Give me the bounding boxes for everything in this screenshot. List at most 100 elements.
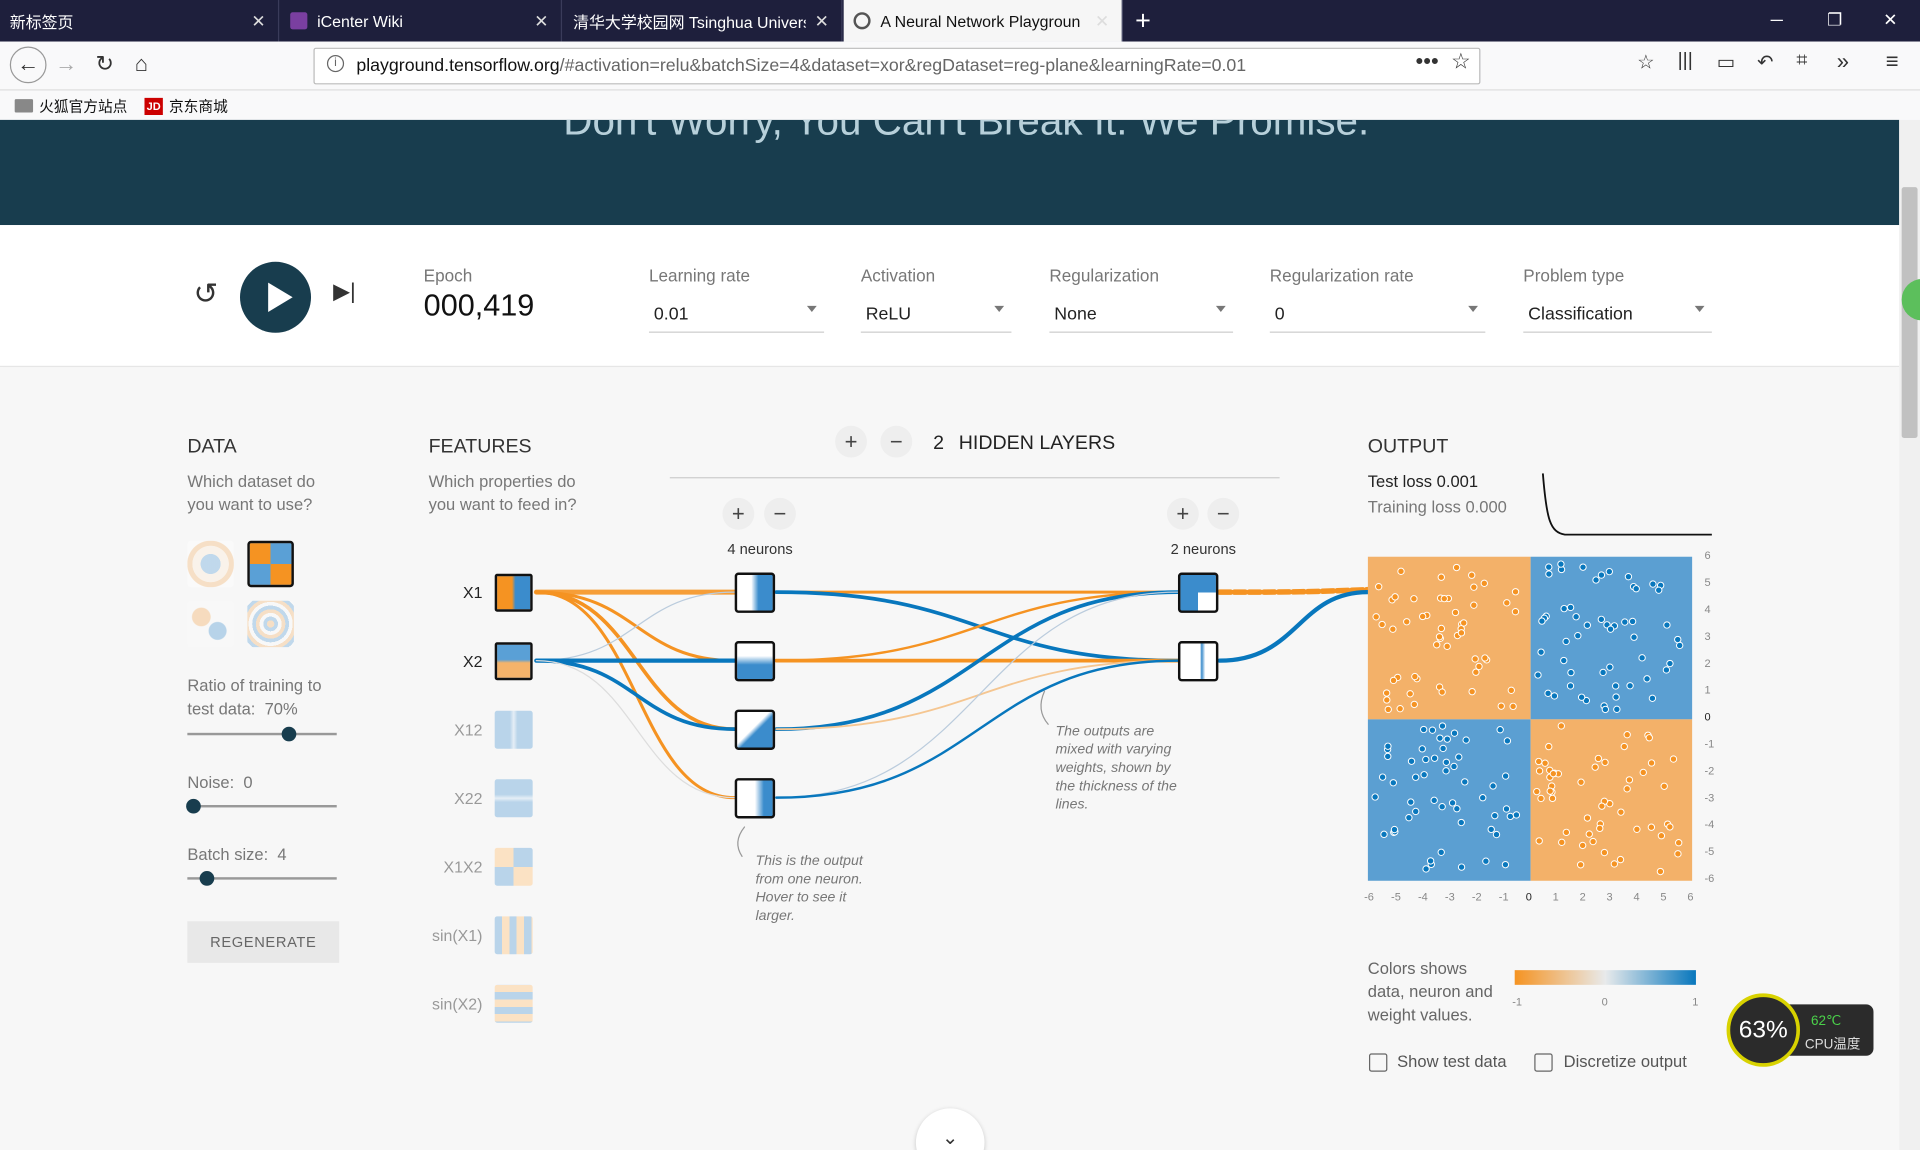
data-point [1606,663,1614,671]
data-point [1410,700,1418,709]
data-point [1544,689,1552,698]
y-tick: 3 [1704,630,1711,643]
data-point [1674,635,1682,644]
data-point [1375,582,1383,591]
weights-note: The outputs are mixed with varying weigh… [1055,724,1177,813]
data-point [1443,735,1451,743]
data-point [1418,745,1426,753]
data-point [1471,655,1479,663]
data-point [1438,803,1446,811]
data-point [1502,805,1511,813]
legend-tick: -1 [1512,995,1523,1009]
data-point [1472,668,1480,676]
data-point [1437,624,1446,633]
data-point [1648,694,1657,702]
x-tick: 6 [1687,890,1694,903]
data-point [1437,573,1445,581]
data-point [1407,757,1416,765]
data-point [1422,755,1430,764]
data-point [1457,818,1465,827]
data-point [1480,579,1488,588]
discretize-label: Discretize output [1563,1052,1687,1071]
data-point [1545,742,1553,751]
neuron-1-2[interactable] [734,641,776,682]
data-point [1430,754,1439,762]
x-tick: -2 [1471,890,1482,903]
data-point [1579,563,1587,571]
output-heatmap [1367,556,1693,881]
data-point [1599,668,1607,677]
show-test-checkbox[interactable] [1368,1053,1388,1072]
neuron-1-4[interactable] [734,778,776,819]
page-scrollbar[interactable] [1899,119,1920,1150]
data-point [1625,776,1634,784]
data-point [1638,654,1646,662]
data-point [1535,837,1543,845]
data-point [1549,769,1557,778]
data-point [1639,768,1647,777]
data-point [1601,758,1609,767]
data-point [1397,567,1405,576]
data-point [1601,705,1610,714]
data-point [1592,576,1600,584]
data-point [1482,857,1490,865]
data-point [1389,625,1397,633]
data-point [1382,689,1391,697]
data-point [1577,778,1585,786]
data-point [1562,828,1571,837]
neuron-2-1[interactable] [1177,572,1219,613]
data-point [1450,729,1459,737]
data-point [1621,618,1629,626]
neuron-2-2[interactable] [1177,641,1219,682]
data-point [1617,808,1625,816]
data-point [1645,734,1653,742]
data-point [1448,799,1457,807]
data-point [1537,794,1545,803]
data-point [1630,633,1638,641]
y-tick: 6 [1704,549,1711,562]
data-point [1378,620,1386,629]
color-legend [1514,970,1696,985]
data-point [1389,779,1397,787]
data-point [1600,848,1609,857]
data-point [1626,682,1634,690]
data-point [1591,763,1599,771]
x-tick: 5 [1660,890,1667,903]
y-tick: -4 [1704,818,1715,831]
data-point [1623,731,1631,739]
data-point [1410,595,1418,603]
data-point [1550,692,1559,700]
data-point [1406,690,1414,698]
x-tick: -4 [1417,890,1428,903]
data-point [1403,618,1411,626]
neuron-1-3[interactable] [734,709,776,750]
neuron-1-1[interactable] [734,572,776,613]
cpu-temp: 62℃ [1811,1014,1842,1029]
data-point [1470,601,1478,609]
data-point [1405,813,1413,822]
data-point [1632,585,1640,593]
y-tick: 5 [1704,576,1711,589]
neuron-note: This is the output from one neuron. Hove… [755,853,863,924]
data-point [1623,785,1631,793]
data-point [1560,604,1568,613]
data-point [1420,725,1428,734]
data-point [1578,841,1587,850]
data-point [1675,839,1683,847]
data-point [1468,687,1476,696]
data-point [1506,812,1515,821]
data-point [1428,726,1437,734]
data-point [1437,848,1445,856]
data-point [1597,571,1606,579]
y-tick: 0 [1704,710,1711,724]
data-point [1655,586,1663,594]
x-tick: 3 [1606,890,1613,903]
data-point [1585,830,1593,838]
data-point [1612,693,1620,701]
data-point [1597,615,1606,624]
data-point [1628,617,1637,626]
data-point [1426,857,1435,865]
data-point [1503,599,1511,607]
data-point [1545,570,1553,578]
discretize-checkbox[interactable] [1534,1053,1553,1072]
